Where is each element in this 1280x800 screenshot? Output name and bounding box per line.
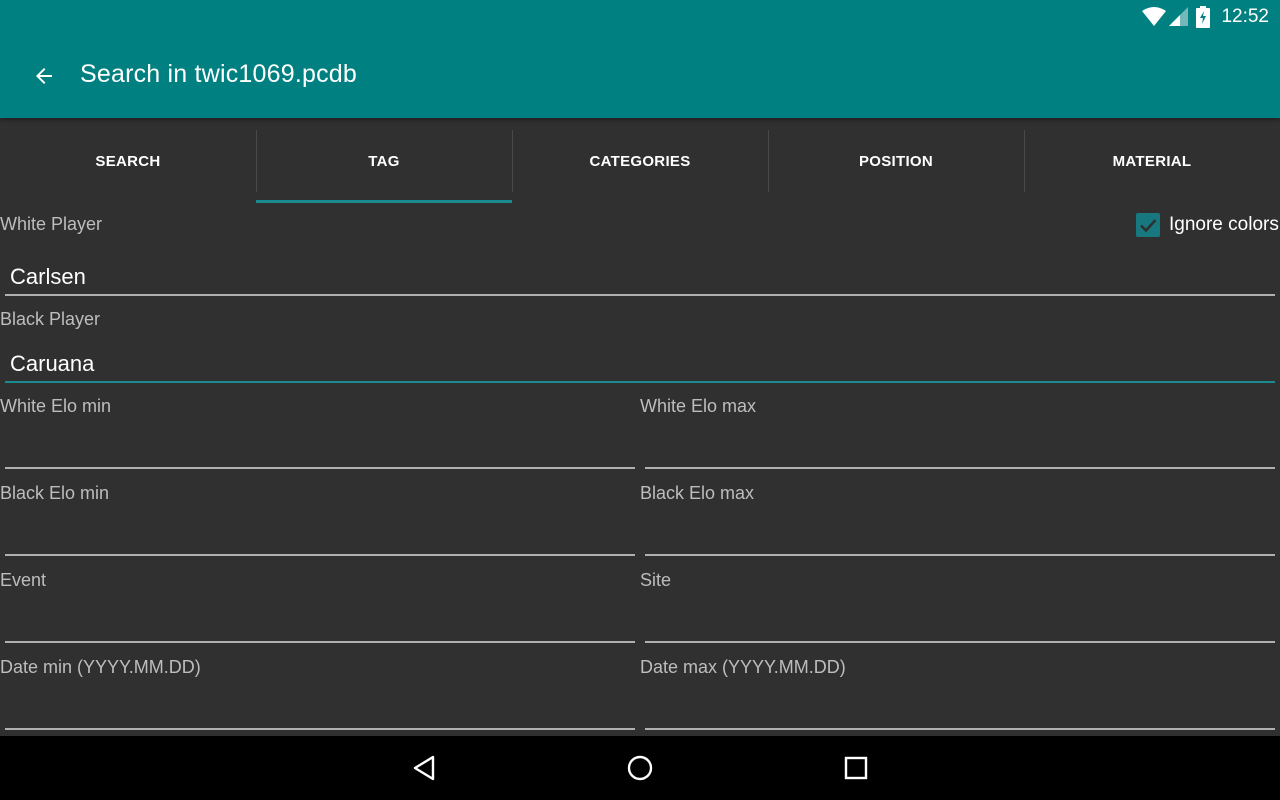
nav-recents-button[interactable]	[838, 750, 874, 786]
date-max-input[interactable]	[645, 690, 1275, 730]
nav-home-button[interactable]	[622, 750, 658, 786]
wifi-icon	[1142, 7, 1166, 26]
system-nav-bar	[0, 736, 1280, 800]
date-min-label: Date min (YYYY.MM.DD)	[0, 657, 201, 677]
tab-tag-label: TAG	[368, 152, 400, 170]
black-player-label: Black Player	[0, 309, 101, 329]
white-elo-max-input[interactable]	[645, 429, 1275, 469]
nav-back-icon	[413, 755, 435, 781]
black-player-input[interactable]: Caruana	[5, 343, 1275, 383]
date-min-input[interactable]	[5, 690, 635, 730]
white-elo-min-label: White Elo min	[0, 396, 112, 416]
black-elo-min-input[interactable]	[5, 516, 635, 556]
tab-bar: SEARCH TAG CATEGORIES POSITION MATERIAL	[0, 118, 1280, 204]
tab-search[interactable]: SEARCH	[0, 118, 256, 204]
checkmark-icon	[1140, 219, 1157, 233]
white-player-label: White Player	[0, 214, 103, 234]
black-elo-max-label: Black Elo max	[640, 483, 755, 503]
date-max-label: Date max (YYYY.MM.DD)	[640, 657, 846, 677]
tab-categories[interactable]: CATEGORIES	[512, 118, 768, 204]
tab-material[interactable]: MATERIAL	[1024, 118, 1280, 204]
status-time: 12:52	[1221, 6, 1269, 27]
nav-back-button[interactable]	[406, 750, 442, 786]
page-title: Search in twic1069.pcdb	[80, 60, 357, 88]
white-player-input[interactable]: Carlsen	[5, 256, 1275, 296]
back-button[interactable]	[22, 54, 66, 98]
tab-tag[interactable]: TAG	[256, 118, 512, 204]
status-bar: 12:52	[0, 0, 1280, 34]
white-elo-min-input[interactable]	[5, 429, 635, 469]
black-elo-min-label: Black Elo min	[0, 483, 110, 503]
tab-position[interactable]: POSITION	[768, 118, 1024, 204]
tab-categories-label: CATEGORIES	[589, 152, 691, 170]
site-label: Site	[640, 570, 672, 590]
white-elo-max-label: White Elo max	[640, 396, 757, 416]
app-bar: 12:52 Search in twic1069.pcdb	[0, 0, 1280, 118]
ignore-colors-checkbox[interactable]	[1136, 213, 1160, 237]
nav-recents-icon	[844, 756, 868, 780]
site-input[interactable]	[645, 603, 1275, 643]
black-elo-max-input[interactable]	[645, 516, 1275, 556]
nav-home-icon	[627, 755, 653, 781]
tab-search-label: SEARCH	[95, 152, 161, 170]
tab-material-label: MATERIAL	[1112, 152, 1192, 170]
cell-signal-icon	[1169, 7, 1188, 26]
battery-charging-icon	[1196, 6, 1210, 28]
arrow-back-icon	[36, 68, 52, 84]
event-input[interactable]	[5, 603, 635, 643]
tab-position-label: POSITION	[858, 152, 934, 170]
event-label: Event	[0, 570, 47, 590]
ignore-colors-label: Ignore colors	[1169, 214, 1279, 235]
